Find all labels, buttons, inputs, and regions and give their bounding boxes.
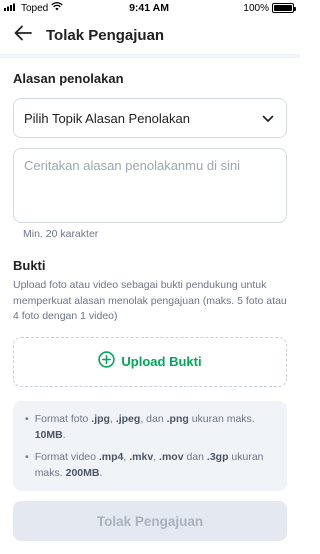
text: .mp4 xyxy=(98,450,124,463)
reason-textarea-placeholder: Ceritakan alasan penolakanmu di sini xyxy=(24,158,241,173)
status-right: 100% xyxy=(204,2,296,14)
text: . xyxy=(99,466,103,479)
battery-percent: 100% xyxy=(243,2,269,14)
text: 200MB xyxy=(65,466,100,479)
status-left: Toped xyxy=(4,2,94,14)
arrow-left-icon xyxy=(14,25,32,46)
text: .3gp xyxy=(206,450,229,463)
upload-evidence-button[interactable]: Upload Bukti xyxy=(13,336,287,387)
reason-topic-select[interactable]: Pilih Topik Alasan Penolakan xyxy=(13,98,287,138)
header-divider xyxy=(0,54,300,58)
format-info-box: • Format foto .jpg, .jpeg, dan .png ukur… xyxy=(13,400,287,491)
wifi-icon xyxy=(51,2,63,14)
chevron-down-icon xyxy=(262,111,274,126)
reject-submission-button[interactable]: Tolak Pengajuan xyxy=(13,501,287,541)
text: .png xyxy=(166,412,189,425)
reason-topic-select-value: Pilih Topik Alasan Penolakan xyxy=(24,110,190,126)
text: , dan xyxy=(140,412,167,425)
signal-icon xyxy=(4,2,18,14)
photo-format-text: Format foto .jpg, .jpeg, dan .png ukuran… xyxy=(35,411,275,443)
text: .mkv xyxy=(129,450,154,463)
evidence-section-title: Bukti xyxy=(13,258,46,273)
video-format-info: • Format video .mp4, .mkv, .mov dan .3gp… xyxy=(25,449,275,481)
text: Format video xyxy=(34,450,99,463)
evidence-description: Upload foto atau video sebagai bukti pen… xyxy=(13,279,287,322)
battery-icon xyxy=(272,3,296,13)
back-button[interactable] xyxy=(12,24,34,46)
photo-format-info: • Format foto .jpg, .jpeg, dan .png ukur… xyxy=(25,411,275,443)
page-title: Tolak Pengajuan xyxy=(46,26,165,44)
video-format-text: Format video .mp4, .mkv, .mov dan .3gp u… xyxy=(35,449,275,481)
carrier-name: Toped xyxy=(21,2,49,14)
status-time: 9:41 AM xyxy=(129,2,169,14)
text: .mov xyxy=(159,450,184,463)
text: dan xyxy=(183,450,207,463)
status-bar: Toped 9:41 AM 100% xyxy=(0,0,300,16)
form-content: Alasan penolakan Pilih Topik Alasan Peno… xyxy=(0,71,300,491)
text: ukuran maks. xyxy=(188,412,255,425)
text: Format foto xyxy=(34,412,92,425)
reason-helper-text: Min. 20 karakter xyxy=(23,228,99,240)
text: . xyxy=(62,428,66,441)
bullet: • xyxy=(25,450,29,463)
reason-textarea[interactable]: Ceritakan alasan penolakanmu di sini xyxy=(13,148,287,223)
text: .jpg xyxy=(91,412,110,425)
text: .jpeg xyxy=(115,412,141,425)
bullet: • xyxy=(25,412,29,425)
reason-section-title: Alasan penolakan xyxy=(13,71,124,86)
text: 10MB xyxy=(34,428,63,441)
upload-evidence-label: Upload Bukti xyxy=(121,354,202,369)
plus-circle-icon xyxy=(98,350,116,373)
app-bar: Tolak Pengajuan xyxy=(0,16,300,54)
